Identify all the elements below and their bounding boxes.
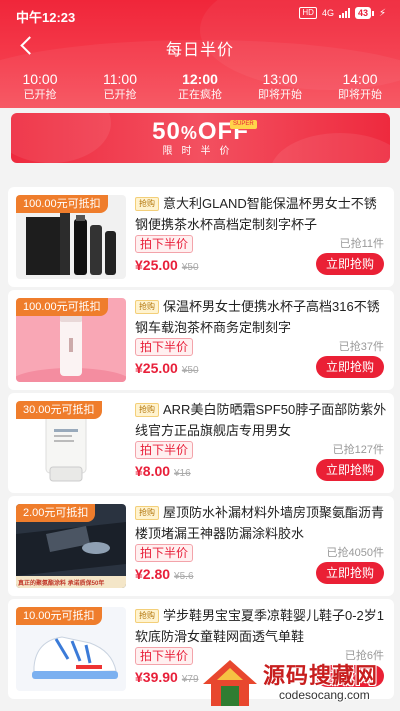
product-name: 屋顶防水补漏材料外墙房顶聚氨酯沥青楼顶堵漏王神器防漏涂料胶水 (135, 505, 385, 541)
product-title[interactable]: 抢购 屋顶防水补漏材料外墙房顶聚氨酯沥青楼顶堵漏王神器防漏涂料胶水 (135, 502, 387, 544)
status-time: 中午12:23 (16, 10, 76, 25)
header: 中午12:23 HD 4G 43 ⚡ 每日半价 10:00 已开抢 11:00 … (0, 0, 400, 108)
time-tab-status: 已开抢 (23, 89, 57, 101)
rush-badge: 抢购 (135, 506, 159, 520)
buy-now-button[interactable]: 立即抢购 (316, 356, 384, 378)
rush-badge: 抢购 (135, 197, 159, 211)
banner-tag: SUPER (230, 120, 257, 129)
time-tab[interactable]: 11:00 已开抢 (80, 70, 160, 106)
time-tab-time: 10:00 (22, 71, 58, 87)
price: ¥25.00 ¥50 (135, 360, 199, 376)
product-name: ARR美白防晒霜SPF50脖子面部防紫外线官方正品旗舰店专用男女 (135, 402, 387, 438)
charging-icon: ⚡ (378, 7, 386, 19)
product-title[interactable]: 抢购 意大利GLAND智能保温杯男女士不锈钢便携茶水杯高档定制刻字杯子 (135, 193, 387, 235)
navbar: 每日半价 (0, 28, 400, 64)
product-name: 保温杯男女士便携水杯子高档316不锈钢车载泡茶杯商务定制刻字 (135, 299, 380, 335)
product-title[interactable]: 抢购 保温杯男女士便携水杯子高档316不锈钢车载泡茶杯商务定制刻字 (135, 296, 387, 338)
coupon-label: 100.00元可抵扣 (16, 298, 108, 316)
coupon-label: 2.00元可抵扣 (16, 504, 96, 522)
coupon-label: 30.00元可抵扣 (16, 401, 102, 419)
price: ¥8.00 ¥16 (135, 463, 191, 479)
product-name: 学步鞋男宝宝夏季凉鞋婴儿鞋子0-2岁1软底防滑女童鞋网面透气单鞋 (135, 608, 385, 644)
time-tab-time: 11:00 (103, 71, 137, 87)
watermark: 源码搜藏网 codesocang.com (193, 654, 400, 711)
product-title[interactable]: 抢购 学步鞋男宝宝夏季凉鞋婴儿鞋子0-2岁1软底防滑女童鞋网面透气单鞋 (135, 605, 387, 647)
product-card[interactable]: 100.00元可抵扣 抢购 意大利GLAND智能保温杯男女士不锈钢便携茶水杯高档定… (8, 187, 394, 287)
watermark-text: 源码搜藏网 (263, 663, 379, 688)
product-card[interactable]: 30.00元可抵扣 抢购 ARR美白防晒霜SPF50脖子面部防紫外线官方正品旗舰店… (8, 393, 394, 493)
buy-now-button[interactable]: 立即抢购 (316, 562, 384, 584)
time-tab-status: 即将开始 (258, 89, 302, 101)
coupon-label: 10.00元可抵扣 (16, 607, 102, 625)
watermark-logo-icon (203, 660, 257, 706)
hd-icon: HD (299, 7, 317, 19)
product-image[interactable]: 10.00元可抵扣 (16, 607, 126, 691)
original-price: ¥50 (181, 365, 199, 376)
image-caption: 真正的聚氨酯涂料 承诺质保50年 (18, 581, 105, 587)
watermark-url: codesocang.com (279, 688, 370, 702)
time-tab-active[interactable]: 12:00 正在疯抢 (160, 70, 240, 106)
time-tab-time: 12:00 (182, 71, 218, 87)
half-price-banner[interactable]: 50%OFF SUPER 限时半价 (11, 113, 390, 163)
time-tab-status: 已开抢 (103, 89, 137, 101)
sold-count: 已抢11件 (339, 238, 384, 250)
time-tabs: 10:00 已开抢 11:00 已开抢 12:00 正在疯抢 13:00 即将开… (0, 70, 400, 106)
rush-badge: 抢购 (135, 403, 159, 417)
status-bar: 中午12:23 HD 4G 43 ⚡ (0, 0, 400, 28)
product-card[interactable]: 2.00元可抵扣 真正的聚氨酯涂料 承诺质保50年 抢购 屋顶防水补漏材料外墙房顶… (8, 496, 394, 596)
product-image[interactable]: 2.00元可抵扣 真正的聚氨酯涂料 承诺质保50年 (16, 504, 126, 588)
half-price-tag: 拍下半价 (135, 441, 194, 459)
time-tab[interactable]: 14:00 即将开始 (320, 70, 400, 106)
product-image[interactable]: 100.00元可抵扣 (16, 195, 126, 279)
half-price-tag: 拍下半价 (135, 544, 194, 562)
page-title: 每日半价 (165, 42, 234, 59)
price: ¥39.90 ¥79 (135, 669, 199, 685)
signal-icon (338, 8, 350, 18)
original-price: ¥16 (174, 468, 191, 479)
network-label: 4G (321, 8, 334, 18)
coupon-label: 100.00元可抵扣 (16, 195, 108, 213)
time-tab-time: 13:00 (262, 71, 298, 87)
buy-now-button[interactable]: 立即抢购 (316, 459, 384, 481)
product-image[interactable]: 100.00元可抵扣 (16, 298, 126, 382)
time-tab[interactable]: 13:00 即将开始 (240, 70, 320, 106)
time-tab-status: 正在疯抢 (178, 89, 222, 101)
price: ¥25.00 ¥50 (135, 257, 199, 273)
sold-count: 已抢37件 (338, 341, 384, 353)
half-price-tag: 拍下半价 (135, 647, 194, 665)
buy-now-button[interactable]: 立即抢购 (316, 253, 384, 275)
price: ¥2.80 ¥5.6 (135, 566, 194, 582)
time-tab-time: 14:00 (342, 71, 378, 87)
battery-icon: 43 (354, 7, 374, 19)
product-name: 意大利GLAND智能保温杯男女士不锈钢便携茶水杯高档定制刻字杯子 (135, 196, 377, 232)
half-price-tag: 拍下半价 (135, 338, 194, 356)
sold-count: 已抢127件 (332, 444, 384, 456)
time-tab-status: 即将开始 (338, 89, 382, 101)
time-tab[interactable]: 10:00 已开抢 (0, 70, 80, 106)
product-title[interactable]: 抢购 ARR美白防晒霜SPF50脖子面部防紫外线官方正品旗舰店专用男女 (135, 399, 387, 441)
banner-subtitle: 限时半价 (162, 146, 239, 157)
original-price: ¥50 (181, 262, 199, 273)
product-image[interactable]: 30.00元可抵扣 (16, 401, 126, 485)
half-price-tag: 拍下半价 (135, 235, 194, 253)
rush-badge: 抢购 (135, 300, 159, 314)
product-card[interactable]: 100.00元可抵扣 抢购 保温杯男女士便携水杯子高档316不锈钢车载泡茶杯商务定… (8, 290, 394, 390)
banner-title: 50%OFF (152, 118, 249, 145)
sold-count: 已抢4050件 (326, 547, 384, 559)
rush-badge: 抢购 (135, 609, 159, 623)
original-price: ¥5.6 (174, 571, 194, 582)
